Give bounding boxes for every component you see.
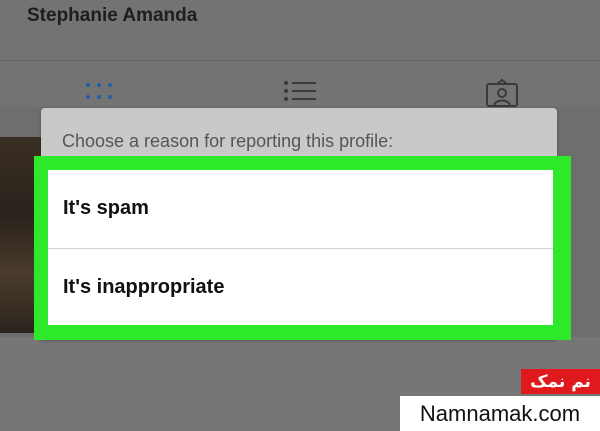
watermark-site: Namnamak.com — [400, 396, 600, 431]
profile-header: Stephanie Amanda — [0, 0, 600, 61]
list-icon[interactable] — [283, 80, 317, 107]
report-options-list: It's spam It's inappropriate — [48, 170, 553, 325]
option-inappropriate[interactable]: It's inappropriate — [48, 249, 553, 326]
profile-tab-bar — [0, 61, 600, 107]
profile-name: Stephanie Amanda — [27, 5, 198, 26]
dialog-title: Choose a reason for reporting this profi… — [62, 131, 394, 151]
watermark-persian: نم نمک — [521, 369, 600, 394]
option-spam[interactable]: It's spam — [48, 170, 553, 247]
grid-icon[interactable] — [84, 82, 114, 107]
